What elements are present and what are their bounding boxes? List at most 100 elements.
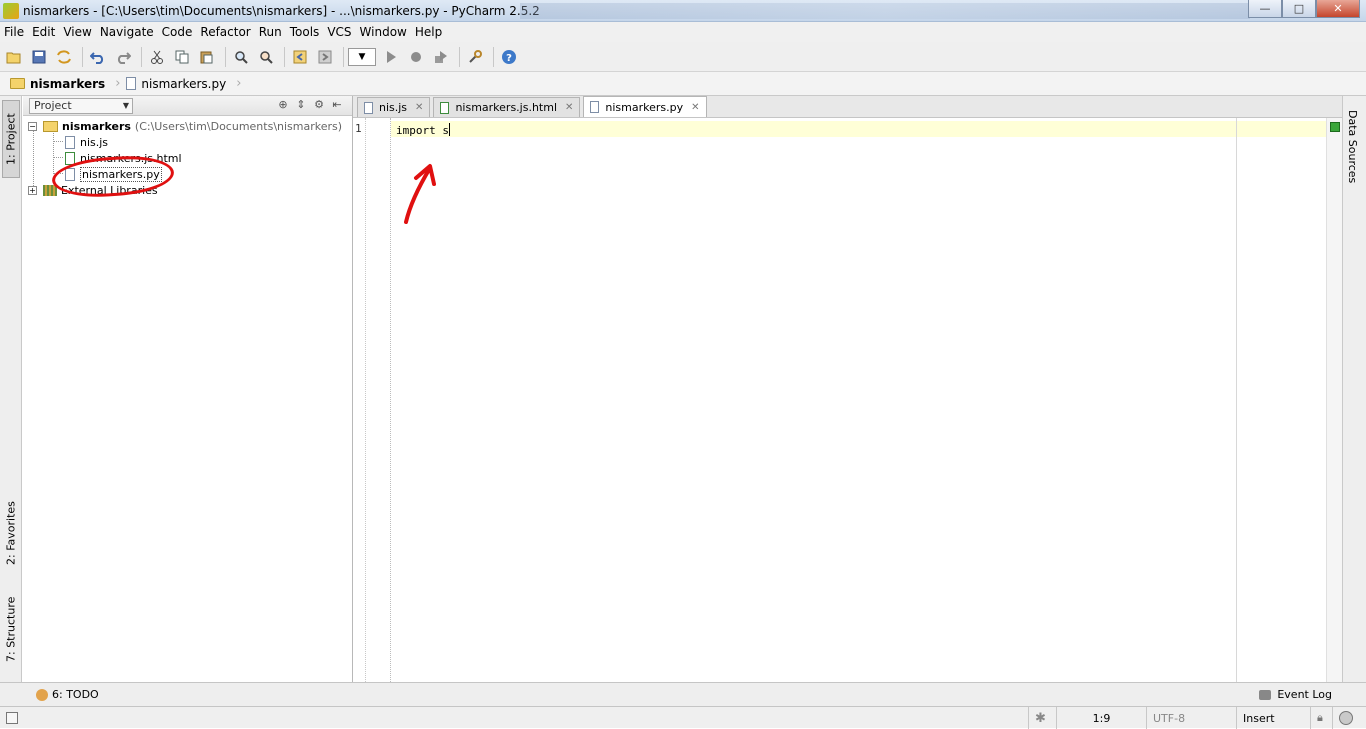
inspection-ok-icon[interactable] bbox=[1330, 122, 1340, 132]
tree-node-nis-js[interactable]: nis.js bbox=[23, 134, 353, 150]
status-bar: ✱ 1:9 UTF-8 Insert 🔒︎ bbox=[0, 706, 1366, 729]
tool-tab-data-sources[interactable]: Data Sources bbox=[1346, 110, 1359, 183]
tool-tab-structure[interactable]: 7: Structure bbox=[2, 590, 20, 668]
save-icon[interactable] bbox=[28, 46, 50, 68]
help-icon[interactable]: ? bbox=[498, 46, 520, 68]
copy-icon[interactable] bbox=[171, 46, 193, 68]
coverage-icon[interactable] bbox=[430, 46, 452, 68]
menu-edit[interactable]: Edit bbox=[32, 25, 55, 39]
right-margin-guide bbox=[1236, 118, 1237, 682]
line-number-gutter[interactable]: 1 bbox=[353, 118, 391, 682]
menu-tools[interactable]: Tools bbox=[290, 25, 320, 39]
inspector-icon[interactable] bbox=[1332, 707, 1366, 729]
close-tab-icon[interactable]: ✕ bbox=[691, 102, 699, 113]
insert-mode[interactable]: Insert bbox=[1236, 707, 1310, 729]
blurred-taskbar-area bbox=[520, 3, 1250, 19]
menu-window[interactable]: Window bbox=[360, 25, 407, 39]
menu-refactor[interactable]: Refactor bbox=[200, 25, 250, 39]
tool-tab-project[interactable]: 1: Project bbox=[2, 100, 20, 178]
todo-icon bbox=[36, 688, 48, 701]
run-config-combo[interactable]: ▼ bbox=[348, 47, 376, 66]
undo-icon[interactable] bbox=[87, 46, 109, 68]
redo-icon[interactable] bbox=[112, 46, 134, 68]
bottom-tool-strip: 6: TODO Event Log bbox=[0, 682, 1366, 706]
toolbar-separator bbox=[343, 46, 344, 67]
tree-node-external-libraries[interactable]: + External Libraries bbox=[23, 182, 353, 198]
project-view-combo[interactable]: Project ▼ bbox=[29, 97, 133, 114]
tab-nismarkers-py[interactable]: nismarkers.py ✕ bbox=[583, 96, 707, 117]
hide-panel-icon[interactable]: ⇤ bbox=[328, 98, 346, 111]
menu-code[interactable]: Code bbox=[162, 25, 193, 39]
tree-node-nismarkers-py[interactable]: nismarkers.py bbox=[23, 166, 353, 182]
gutter-divider bbox=[365, 118, 366, 682]
expand-icon[interactable]: + bbox=[28, 185, 37, 195]
scroll-from-source-icon[interactable]: ⊕ bbox=[274, 98, 292, 111]
paste-icon[interactable] bbox=[196, 46, 218, 68]
close-button[interactable]: ✕ bbox=[1316, 0, 1360, 18]
open-icon[interactable] bbox=[3, 46, 25, 68]
menu-view[interactable]: View bbox=[63, 25, 91, 39]
tab-label: nismarkers.js.html bbox=[455, 101, 558, 114]
project-tree: − nismarkers (C:\Users\tim\Documents\nis… bbox=[23, 118, 353, 198]
html-file-icon bbox=[440, 101, 450, 114]
replace-icon[interactable] bbox=[255, 46, 277, 68]
project-panel-header: Project ▼ ⊕ ⇕ ⚙ ⇤ bbox=[23, 96, 352, 116]
minimize-button[interactable]: — bbox=[1248, 0, 1282, 18]
cut-icon[interactable] bbox=[146, 46, 168, 68]
tab-nis-js[interactable]: nis.js ✕ bbox=[357, 97, 431, 117]
toolbar-separator bbox=[141, 46, 142, 67]
settings-icon[interactable] bbox=[464, 46, 486, 68]
tree-root-label: nismarkers bbox=[62, 119, 131, 133]
menu-run[interactable]: Run bbox=[259, 25, 282, 39]
code-editor[interactable]: import s bbox=[391, 118, 1326, 682]
code-text: import s bbox=[396, 124, 449, 137]
breadcrumb-separator-icon: › bbox=[115, 76, 121, 91]
collapse-icon[interactable]: − bbox=[28, 121, 37, 131]
event-log-icon bbox=[1259, 689, 1272, 700]
python-file-icon bbox=[65, 167, 75, 181]
current-line-highlight bbox=[391, 121, 1326, 137]
python-file-icon bbox=[126, 77, 137, 90]
sync-icon[interactable] bbox=[53, 46, 75, 68]
tool-tab-favorites[interactable]: 2: Favorites bbox=[2, 492, 20, 574]
breadcrumb-file[interactable]: nismarkers.py bbox=[124, 77, 236, 91]
right-tool-strip: Data Sources bbox=[1342, 96, 1366, 682]
toggle-tool-windows-icon[interactable] bbox=[6, 712, 18, 724]
tab-nismarkers-js-html[interactable]: nismarkers.js.html ✕ bbox=[433, 97, 581, 117]
menu-help[interactable]: Help bbox=[415, 25, 442, 39]
lock-icon[interactable]: 🔒︎ bbox=[1310, 707, 1332, 729]
menu-file[interactable]: File bbox=[4, 25, 24, 39]
close-tab-icon[interactable]: ✕ bbox=[415, 102, 423, 113]
tree-item-label: nismarkers.py bbox=[80, 166, 162, 182]
menu-navigate[interactable]: Navigate bbox=[100, 25, 154, 39]
tool-tab-event-log[interactable]: Event Log bbox=[1259, 688, 1332, 701]
collapse-all-icon[interactable]: ⇕ bbox=[292, 98, 310, 111]
tool-tab-todo[interactable]: 6: TODO bbox=[36, 688, 99, 701]
breadcrumb-project[interactable]: nismarkers bbox=[8, 77, 115, 91]
main-toolbar: ▼ ? bbox=[0, 42, 1366, 72]
find-icon[interactable] bbox=[230, 46, 252, 68]
run-icon[interactable] bbox=[380, 46, 402, 68]
menu-vcs[interactable]: VCS bbox=[327, 25, 351, 39]
navigation-breadcrumb: nismarkers › nismarkers.py › bbox=[0, 72, 1366, 96]
maximize-button[interactable]: □ bbox=[1282, 0, 1316, 18]
editor-tabs: nis.js ✕ nismarkers.js.html ✕ nismarkers… bbox=[353, 96, 1342, 118]
back-icon[interactable] bbox=[289, 46, 311, 68]
tree-item-label: nismarkers.js.html bbox=[80, 151, 182, 165]
debug-icon[interactable] bbox=[405, 46, 427, 68]
tree-node-project-root[interactable]: − nismarkers (C:\Users\tim\Documents\nis… bbox=[23, 118, 353, 134]
error-stripe[interactable] bbox=[1326, 118, 1342, 682]
folder-icon bbox=[43, 120, 58, 132]
chevron-down-icon: ▼ bbox=[122, 101, 129, 110]
file-encoding[interactable]: UTF-8 bbox=[1146, 707, 1236, 729]
window-title: nismarkers - [C:\Users\tim\Documents\nis… bbox=[23, 3, 540, 18]
gear-icon[interactable]: ⚙ bbox=[310, 98, 328, 111]
forward-icon[interactable] bbox=[314, 46, 336, 68]
title-bar: nismarkers - [C:\Users\tim\Documents\nis… bbox=[0, 0, 1366, 22]
close-tab-icon[interactable]: ✕ bbox=[565, 102, 573, 113]
background-tasks-icon[interactable]: ✱ bbox=[1028, 707, 1056, 729]
editor-area: nis.js ✕ nismarkers.js.html ✕ nismarkers… bbox=[353, 96, 1342, 682]
caret-position[interactable]: 1:9 bbox=[1056, 707, 1146, 729]
tree-node-nismarkers-js-html[interactable]: nismarkers.js.html bbox=[23, 150, 353, 166]
tool-tab-event-log-label: Event Log bbox=[1277, 688, 1332, 701]
